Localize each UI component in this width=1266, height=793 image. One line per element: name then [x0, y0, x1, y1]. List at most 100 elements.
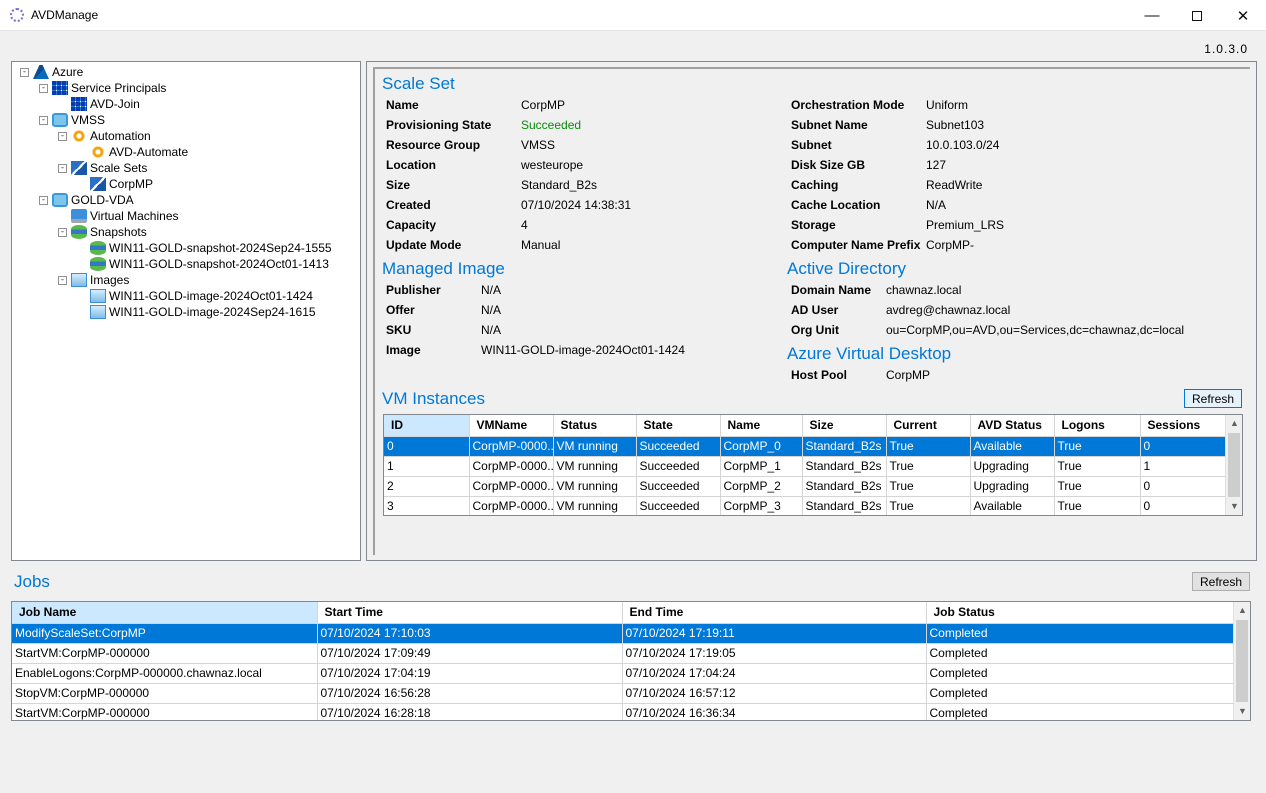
field-label: Storage	[791, 218, 836, 232]
title-bar: AVDManage — ✕	[0, 0, 1266, 31]
scroll-thumb[interactable]	[1228, 433, 1240, 497]
tree-node[interactable]: - VMSS	[39, 112, 105, 128]
resource-group-icon	[52, 193, 68, 207]
scroll-down-icon[interactable]: ▼	[1226, 498, 1242, 515]
automation-gear-icon	[90, 145, 106, 159]
table-row[interactable]: EnableLogons:CorpMP-000000.chawnaz.local…	[12, 663, 1236, 684]
jobs-grid-scrollbar[interactable]: ▲ ▼	[1233, 602, 1250, 720]
table-row[interactable]: StopVM:CorpMP-000000 07/10/2024 16:56:28 0…	[12, 683, 1236, 704]
field-label: Publisher	[386, 283, 441, 297]
tree-node[interactable]: - Service Principals	[39, 80, 166, 96]
column-header[interactable]: Size	[802, 415, 887, 437]
vm-grid-scrollbar[interactable]: ▲ ▼	[1225, 415, 1242, 515]
table-row[interactable]: 3 CorpMP-0000... VM running Succeeded CorpMP…	[384, 496, 1228, 515]
table-cell: 07/10/2024 16:56:28	[317, 683, 623, 704]
field-value: chawnaz.local	[886, 283, 962, 297]
tree-node[interactable]: CorpMP	[77, 176, 153, 192]
close-button[interactable]: ✕	[1220, 0, 1266, 31]
table-cell: Succeeded	[636, 436, 721, 457]
tree-node[interactable]: AVD-Automate	[77, 144, 188, 160]
field-label: Size	[386, 178, 411, 192]
field-value: CorpMP	[886, 368, 931, 382]
field-label: Subnet	[791, 138, 832, 152]
column-header[interactable]: Status	[553, 415, 637, 437]
collapse-toggle-icon[interactable]: -	[20, 67, 29, 77]
tree-node[interactable]: - Azure	[20, 64, 83, 80]
table-row[interactable]: 0 CorpMP-0000... VM running Succeeded CorpMP…	[384, 436, 1228, 457]
field-label: Org Unit	[791, 323, 839, 337]
table-cell: CorpMP_0	[720, 436, 803, 457]
table-cell: True	[886, 476, 971, 497]
tree-node[interactable]: WIN11-GOLD-snapshot-2024Oct01-1413	[77, 256, 329, 272]
column-header[interactable]: ID	[384, 415, 470, 437]
column-header[interactable]: VMName	[469, 415, 554, 437]
table-cell: EnableLogons:CorpMP-000000.chawnaz.local	[12, 663, 318, 684]
tree-node[interactable]: Virtual Machines	[58, 208, 179, 224]
vm-refresh-button[interactable]: Refresh	[1184, 389, 1242, 408]
table-cell: True	[1054, 436, 1141, 457]
table-row[interactable]: StartVM:CorpMP-000000 07/10/2024 17:09:49…	[12, 643, 1236, 664]
field-label: Capacity	[386, 218, 437, 232]
tree-node[interactable]: WIN11-GOLD-snapshot-2024Sep24-1555	[77, 240, 332, 256]
column-header[interactable]: Name	[720, 415, 803, 437]
table-cell: CorpMP_1	[720, 456, 803, 477]
collapse-toggle-icon[interactable]: -	[39, 83, 48, 93]
jobs-grid[interactable]: Job Name Start Time End Time Job Status Mod…	[11, 601, 1251, 721]
jobs-refresh-button[interactable]: Refresh	[1192, 572, 1250, 591]
column-header[interactable]: Logons	[1054, 415, 1141, 437]
scroll-up-icon[interactable]: ▲	[1234, 602, 1250, 619]
tree-node[interactable]: AVD-Join	[58, 96, 140, 112]
managed-image-title: Managed Image	[382, 259, 505, 278]
table-row[interactable]: ModifyScaleSet:CorpMP 07/10/2024 17:10:03…	[12, 623, 1236, 644]
table-row[interactable]: StartVM:CorpMP-000000 07/10/2024 16:28:18…	[12, 703, 1236, 720]
vm-instances-grid[interactable]: ID VMName Status State Name Size Current AVD St…	[383, 414, 1243, 516]
tree-node[interactable]: - Snapshots	[58, 224, 147, 240]
collapse-toggle-icon[interactable]: -	[58, 163, 67, 173]
virtual-machine-icon	[71, 209, 87, 223]
collapse-toggle-icon[interactable]: -	[39, 115, 48, 125]
column-header[interactable]: State	[636, 415, 721, 437]
column-header[interactable]: Job Status	[926, 602, 1236, 624]
tree-node[interactable]: - Automation	[58, 128, 151, 144]
field-value: N/A	[926, 198, 947, 212]
table-cell: True	[1054, 496, 1141, 515]
column-header[interactable]: Job Name	[12, 602, 318, 624]
column-header[interactable]: Start Time	[317, 602, 623, 624]
tree-node[interactable]: WIN11-GOLD-image-2024Oct01-1424	[77, 288, 313, 304]
column-header[interactable]: AVD Status	[970, 415, 1055, 437]
table-cell: Succeeded	[636, 476, 721, 497]
field-label: Update Mode	[386, 238, 462, 252]
scroll-down-icon[interactable]: ▼	[1234, 703, 1250, 720]
resource-tree[interactable]: - Azure - Service Principals AVD-Join - VMSS - A…	[11, 61, 361, 561]
column-header[interactable]: End Time	[622, 602, 927, 624]
field-value: ou=CorpMP,ou=AVD,ou=Services,dc=chawnaz,…	[886, 323, 1185, 337]
column-header[interactable]: Current	[886, 415, 971, 437]
minimize-button[interactable]: —	[1129, 0, 1175, 31]
table-cell: Completed	[926, 683, 1236, 704]
field-label: Location	[386, 158, 436, 172]
vm-instances-title: VM Instances	[382, 389, 485, 408]
field-value: N/A	[481, 323, 502, 337]
field-label: Cache Location	[791, 198, 881, 212]
table-row[interactable]: 2 CorpMP-0000... VM running Succeeded CorpMP…	[384, 476, 1228, 497]
field-label: Domain Name	[791, 283, 872, 297]
field-label: Provisioning State	[386, 118, 492, 132]
collapse-toggle-icon[interactable]: -	[58, 131, 67, 141]
tree-node[interactable]: - GOLD-VDA	[39, 192, 134, 208]
scroll-thumb[interactable]	[1236, 620, 1248, 702]
collapse-toggle-icon[interactable]: -	[58, 227, 67, 237]
table-cell: Available	[970, 436, 1055, 457]
tree-node[interactable]: WIN11-GOLD-image-2024Sep24-1615	[77, 304, 316, 320]
scroll-up-icon[interactable]: ▲	[1226, 415, 1242, 432]
collapse-toggle-icon[interactable]: -	[39, 195, 48, 205]
column-header[interactable]: Sessions	[1140, 415, 1228, 437]
image-icon	[90, 305, 106, 319]
field-value: ReadWrite	[926, 178, 983, 192]
tree-node[interactable]: - Images	[58, 272, 129, 288]
field-label: Computer Name Prefix	[791, 238, 921, 252]
field-label: Image	[386, 343, 421, 357]
collapse-toggle-icon[interactable]: -	[58, 275, 67, 285]
maximize-button[interactable]	[1174, 0, 1220, 31]
tree-node[interactable]: - Scale Sets	[58, 160, 147, 176]
table-row[interactable]: 1 CorpMP-0000... VM running Succeeded CorpMP…	[384, 456, 1228, 477]
